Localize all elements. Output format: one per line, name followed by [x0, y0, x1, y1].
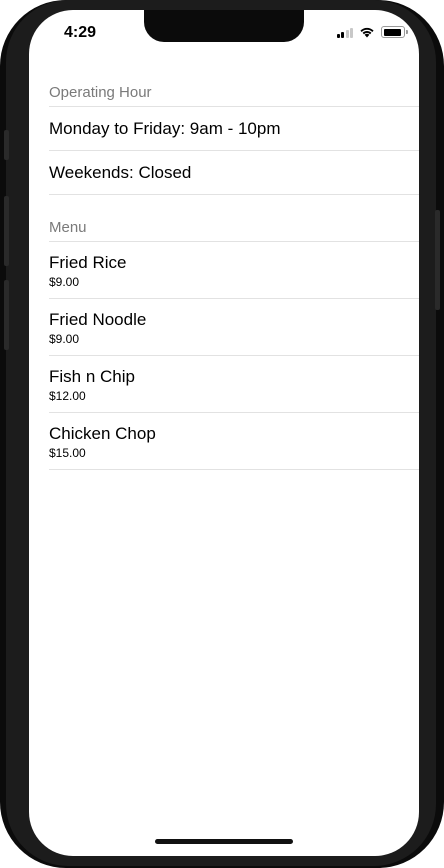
menu-item[interactable]: Fried Noodle $9.00 — [49, 299, 419, 356]
status-time: 4:29 — [64, 24, 97, 41]
power-button — [435, 210, 440, 310]
battery-level — [383, 28, 401, 36]
menu-item-name: Fish n Chip — [49, 367, 135, 386]
menu-item[interactable]: Fried Rice $9.00 — [49, 242, 419, 299]
menu-item-name: Chicken Chop — [49, 424, 156, 443]
menu-item-name: Fried Rice — [49, 253, 127, 272]
volume-down-button — [4, 280, 9, 350]
menu-header: Menu — [49, 219, 87, 236]
wifi-icon — [360, 27, 374, 38]
operating-hour-list: Monday to Friday: 9am - 10pm Weekends: C… — [49, 106, 419, 195]
operating-hour-header: Operating Hour — [49, 84, 152, 101]
menu-item-price: $9.00 — [49, 332, 80, 346]
main-content: Operating Hour Monday to Friday: 9am - 1… — [49, 84, 419, 470]
app-screen: 4:29 Operating Hour Monday to Friday: 9a… — [29, 10, 419, 856]
home-indicator[interactable] — [155, 839, 293, 844]
status-icons — [336, 26, 408, 38]
menu-list: Fried Rice $9.00 Fried Noodle $9.00 Fish… — [49, 241, 419, 470]
volume-up-button — [4, 196, 9, 266]
silent-switch — [4, 130, 9, 160]
menu-item-name: Fried Noodle — [49, 310, 147, 329]
battery-icon — [381, 26, 408, 38]
operating-hour-row[interactable]: Weekends: Closed — [49, 151, 419, 195]
menu-item-price: $9.00 — [49, 275, 80, 289]
menu-item-price: $15.00 — [49, 446, 86, 460]
menu-item-price: $12.00 — [49, 389, 86, 403]
device-frame: 4:29 Operating Hour Monday to Friday: 9a… — [0, 0, 444, 868]
device-notch — [144, 10, 304, 42]
operating-hour-row[interactable]: Monday to Friday: 9am - 10pm — [49, 107, 419, 151]
signal-icon — [336, 27, 353, 38]
menu-item[interactable]: Chicken Chop $15.00 — [49, 413, 419, 470]
menu-item[interactable]: Fish n Chip $12.00 — [49, 356, 419, 413]
